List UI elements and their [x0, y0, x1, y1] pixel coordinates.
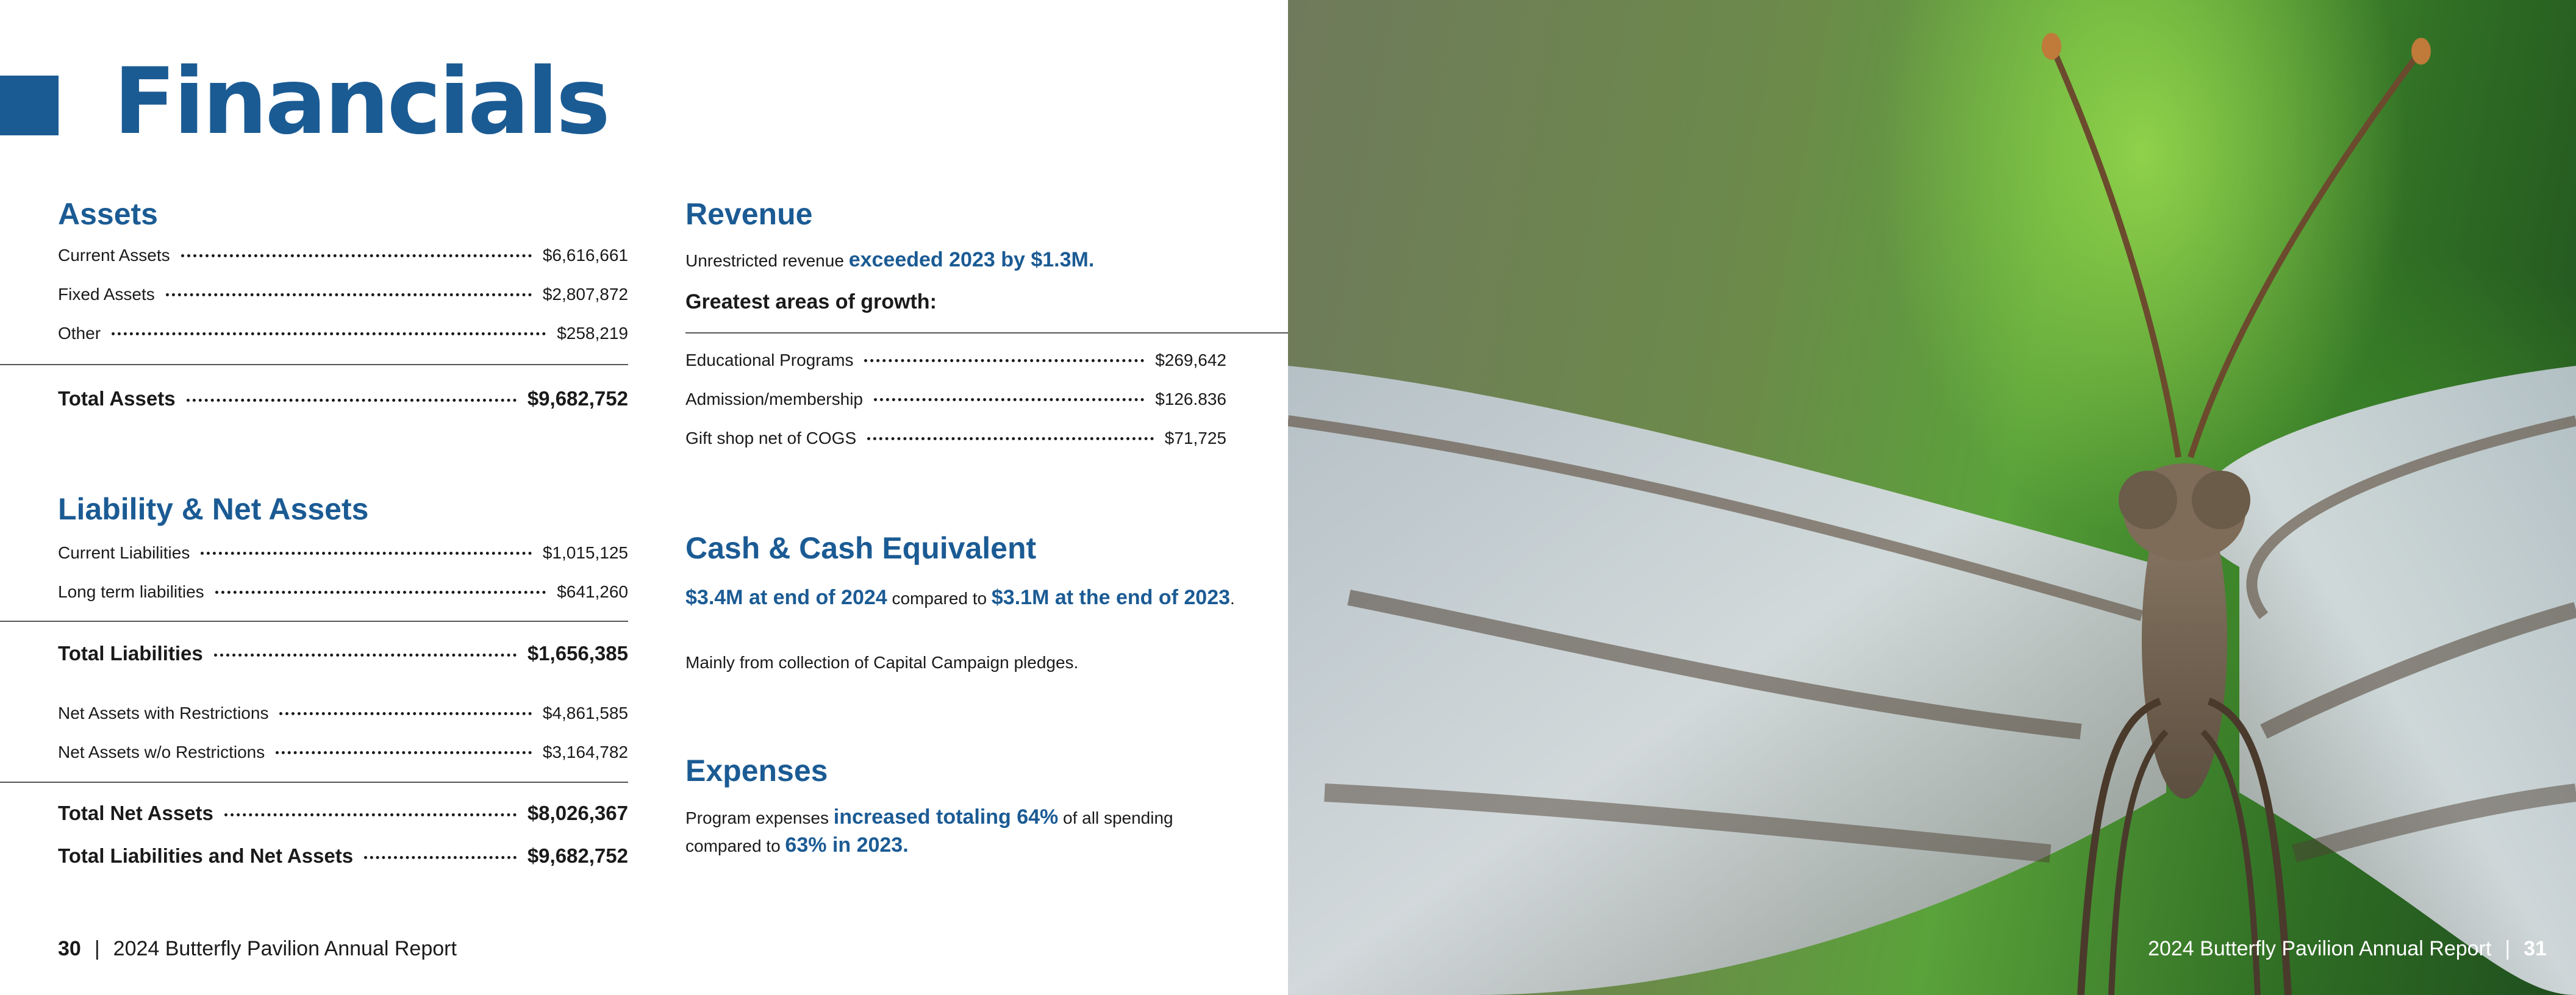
assets-heading: Assets — [58, 197, 158, 231]
row-label: Net Assets with Restrictions — [58, 704, 269, 722]
assets-row-other: Other $258,219 — [58, 324, 628, 343]
footer-report-title: 2024 Butterfly Pavilion Annual Report — [2148, 937, 2492, 960]
divider — [685, 332, 1288, 333]
revenue-intro-highlight: exceeded 2023 by $1.3M. — [848, 248, 1095, 271]
footer-separator: | — [2505, 937, 2511, 960]
net-assets-with-restrictions-row: Net Assets with Restrictions $4,861,585 — [58, 704, 628, 723]
butterfly-photo: 2024 Butterfly Pavilion Annual Report | 31 — [1288, 0, 2576, 995]
row-label: Total Net Assets — [58, 802, 213, 824]
leader-dots — [213, 654, 517, 657]
leader-dots — [215, 591, 546, 594]
cash-text: compared to — [887, 589, 992, 608]
net-assets-without-restrictions-row: Net Assets w/o Restrictions $3,164,782 — [58, 743, 628, 762]
leader-dots — [874, 398, 1145, 401]
leader-dots — [112, 332, 546, 335]
assets-row-fixed: Fixed Assets $2,807,872 — [58, 285, 628, 304]
left-page: Financials Assets Current Assets $6,616,… — [0, 0, 1288, 995]
leader-dots — [867, 437, 1154, 440]
divider — [0, 782, 628, 783]
row-label: Fixed Assets — [58, 285, 155, 304]
divider — [0, 621, 628, 622]
row-label: Gift shop net of COGS — [685, 429, 857, 448]
revenue-row-educational: Educational Programs $269,642 — [685, 351, 1226, 370]
leader-dots — [165, 293, 532, 296]
leader-dots — [276, 751, 532, 754]
butterfly-image — [1288, 33, 2576, 995]
row-value: $3,164,782 — [542, 743, 628, 761]
row-label: Total Liabilities — [58, 642, 203, 665]
expenses-highlight-2024: increased totaling 64% — [833, 805, 1059, 829]
row-value: $8,026,367 — [527, 802, 628, 824]
row-label: Current Liabilities — [58, 543, 190, 562]
row-label: Other — [58, 324, 101, 343]
row-label: Current Assets — [58, 246, 170, 265]
row-label: Long term liabilities — [58, 582, 204, 601]
leader-dots — [864, 359, 1145, 362]
leader-dots — [279, 712, 532, 715]
assets-row-current: Current Assets $6,616,661 — [58, 246, 628, 265]
row-label: Total Assets — [58, 387, 176, 410]
expenses-text: Program expenses — [685, 808, 834, 827]
footer-separator: | — [94, 937, 100, 960]
title-accent-block — [0, 76, 59, 135]
revenue-row-gift-shop: Gift shop net of COGS $71,725 — [685, 429, 1226, 448]
row-value: $71,725 — [1164, 429, 1226, 448]
leader-dots — [364, 856, 517, 859]
divider — [0, 364, 628, 365]
footer-right: 2024 Butterfly Pavilion Annual Report | 31 — [2148, 937, 2547, 961]
footer-left: 30 | 2024 Butterfly Pavilion Annual Report — [58, 937, 457, 961]
page-number: 31 — [2524, 937, 2547, 960]
row-label: Total Liabilities and Net Assets — [58, 844, 354, 867]
row-value: $1,656,385 — [527, 642, 628, 665]
revenue-intro: Unrestricted revenue exceeded 2023 by $1… — [685, 246, 1265, 274]
cash-summary: $3.4M at end of 2024 compared to $3.1M a… — [685, 584, 1247, 612]
row-value: $258,219 — [557, 324, 628, 343]
expenses-heading: Expenses — [685, 754, 828, 788]
row-value: $9,682,752 — [527, 387, 628, 410]
page-number: 30 — [58, 937, 81, 960]
liabilities-heading: Liability & Net Assets — [58, 492, 369, 526]
row-value: $641,260 — [557, 582, 628, 601]
revenue-intro-text: Unrestricted revenue — [685, 251, 849, 270]
row-label: Net Assets w/o Restrictions — [58, 743, 265, 761]
footer-report-title: 2024 Butterfly Pavilion Annual Report — [113, 937, 457, 960]
page-title: Financials — [113, 49, 610, 155]
expenses-highlight-2023: 63% in 2023. — [785, 833, 909, 857]
leader-dots — [224, 813, 517, 816]
liabilities-total-row: Total Liabilities $1,656,385 — [58, 642, 628, 665]
cash-highlight-2024: $3.4M at end of 2024 — [685, 586, 887, 609]
total-net-assets-row: Total Net Assets $8,026,367 — [58, 802, 628, 825]
assets-total-row: Total Assets $9,682,752 — [58, 387, 628, 410]
total-liabilities-and-net-assets-row: Total Liabilities and Net Assets $9,682,… — [58, 844, 628, 868]
cash-heading: Cash & Cash Equivalent — [685, 531, 1037, 565]
leader-dots — [186, 399, 517, 402]
leader-dots — [181, 254, 532, 257]
row-label: Admission/membership — [685, 390, 863, 408]
cash-text-end: . — [1230, 589, 1235, 608]
revenue-heading: Revenue — [685, 197, 813, 231]
row-value: $2,807,872 — [542, 285, 628, 304]
expenses-summary: Program expenses increased totaling 64% … — [685, 804, 1234, 860]
revenue-row-admission: Admission/membership $126.836 — [685, 390, 1226, 409]
row-value: $1,015,125 — [542, 543, 628, 562]
cash-note: Mainly from collection of Capital Campai… — [685, 653, 1079, 672]
cash-highlight-2023: $3.1M at the end of 2023 — [991, 586, 1231, 609]
liabilities-row-long-term: Long term liabilities $641,260 — [58, 582, 628, 602]
row-value: $9,682,752 — [527, 844, 628, 867]
row-label: Educational Programs — [685, 351, 854, 369]
leader-dots — [201, 552, 532, 555]
row-value: $4,861,585 — [542, 704, 628, 722]
row-value: $6,616,661 — [542, 246, 628, 265]
growth-heading: Greatest areas of growth: — [685, 290, 937, 313]
row-value: $126.836 — [1155, 390, 1226, 408]
row-value: $269,642 — [1155, 351, 1226, 369]
liabilities-row-current: Current Liabilities $1,015,125 — [58, 543, 628, 563]
